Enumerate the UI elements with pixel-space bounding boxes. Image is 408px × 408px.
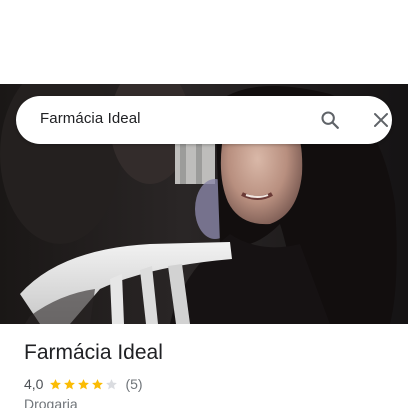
place-details-screen: Farmácia Ideal Farmácia Ideal 4,0 (5) Dr…	[0, 0, 408, 408]
search-button[interactable]	[312, 104, 348, 136]
rating-row[interactable]: 4,0 (5)	[24, 375, 143, 393]
place-title: Farmácia Ideal	[24, 341, 163, 364]
close-icon	[374, 113, 388, 127]
star-filled-icon	[50, 378, 62, 389]
star-filled-icon	[78, 378, 90, 389]
star-empty-icon	[106, 378, 118, 389]
clear-search-button[interactable]	[363, 104, 399, 136]
rating-value: 4,0	[24, 376, 44, 392]
rating-stars	[49, 378, 119, 391]
star-filled-icon	[92, 378, 104, 389]
search-input[interactable]: Farmácia Ideal	[40, 110, 141, 127]
search-icon	[321, 111, 339, 129]
place-category: Drogaria	[24, 396, 78, 408]
star-filled-icon	[64, 378, 76, 389]
review-count[interactable]: (5)	[125, 376, 142, 392]
search-bar[interactable]: Farmácia Ideal	[16, 96, 392, 144]
